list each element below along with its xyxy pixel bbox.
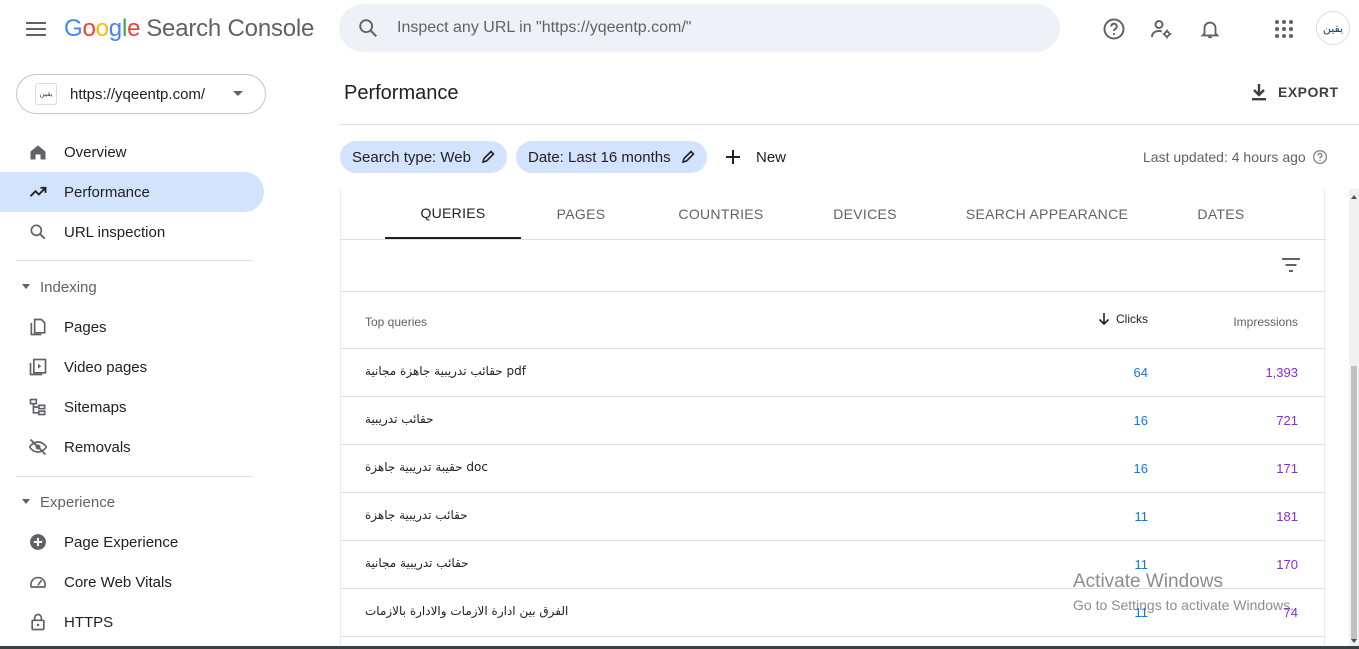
home-icon	[30, 145, 46, 160]
table-row[interactable]: حقيبة تدريبية جاهزة doc 16 171	[341, 445, 1326, 493]
header-divider	[340, 124, 1359, 125]
dimension-tabs: QUERIES PAGES COUNTRIES DEVICES SEARCH A…	[341, 189, 1326, 240]
main-scrollbar[interactable]	[1349, 189, 1359, 649]
last-updated-status: Last updated: 4 hours ago	[1143, 149, 1328, 165]
nav-item-https[interactable]: HTTPS	[0, 602, 264, 642]
date-range-chip[interactable]: Date: Last 16 months	[516, 141, 707, 173]
tab-devices[interactable]: DEVICES	[805, 189, 925, 239]
impressions-cell: 1,393	[1265, 365, 1298, 380]
nav-item-sitemaps[interactable]: Sitemaps	[0, 387, 264, 427]
nav-item-pages[interactable]: Pages	[0, 307, 264, 347]
menu-icon	[26, 22, 46, 36]
search-type-chip[interactable]: Search type: Web	[340, 141, 507, 173]
section-header-experience[interactable]: Experience	[0, 487, 264, 517]
tab-queries[interactable]: QUERIES	[385, 189, 521, 239]
query-cell: حقائب تدريبية جاهزة	[365, 508, 468, 522]
settings-user-button[interactable]	[1146, 14, 1176, 44]
impressions-cell: 181	[1276, 509, 1298, 524]
sidebar-divider	[16, 476, 252, 477]
dropdown-arrow-icon	[233, 91, 243, 96]
clicks-cell: 64	[1133, 365, 1148, 380]
section-header-indexing[interactable]: Indexing	[0, 272, 264, 302]
query-cell: الفرق بين ادارة الازمات والادارة بالازما…	[365, 604, 569, 618]
plus-icon	[726, 150, 740, 164]
nav-item-removals[interactable]: Removals	[0, 427, 264, 467]
property-selector[interactable]: يقين https://yqeentp.com/	[16, 74, 266, 114]
scroll-up-arrow-icon[interactable]	[1351, 195, 1357, 199]
lock-icon	[31, 613, 45, 631]
search-icon	[30, 224, 46, 240]
column-header-impressions[interactable]: Impressions	[1233, 315, 1298, 329]
top-app-bar: GoogleSearch Console يقين	[0, 0, 1359, 60]
filter-rows-icon[interactable]	[1280, 254, 1302, 276]
clicks-cell: 16	[1133, 461, 1148, 476]
removals-icon	[28, 438, 48, 456]
pages-icon	[30, 318, 46, 336]
sort-arrow-down-icon	[1098, 313, 1110, 326]
nav-item-core-web-vitals[interactable]: Core Web Vitals	[0, 562, 264, 602]
scroll-down-arrow-icon[interactable]	[1351, 639, 1357, 643]
new-filter-button[interactable]: New	[724, 143, 786, 171]
google-apps-button[interactable]	[1269, 14, 1299, 44]
nav-item-page-experience[interactable]: Page Experience	[0, 522, 264, 562]
property-url: https://yqeentp.com/	[70, 85, 206, 103]
table-row[interactable]: حقائب تدريبية 16 721	[341, 397, 1326, 445]
query-cell: حقيبة تدريبية جاهزة doc	[365, 460, 488, 474]
collapse-caret-icon	[22, 284, 30, 289]
main-menu-button[interactable]	[20, 13, 52, 45]
table-row[interactable]: حقائب تدريبية جاهزة 11 181	[341, 493, 1326, 541]
nav-item-overview[interactable]: Overview	[0, 132, 264, 172]
account-avatar[interactable]: يقين	[1316, 11, 1350, 45]
scrollbar-thumb[interactable]	[1351, 366, 1357, 640]
help-button[interactable]	[1099, 14, 1129, 44]
impressions-cell: 170	[1276, 557, 1298, 572]
gauge-icon	[30, 576, 46, 588]
url-inspection-search-bar[interactable]	[339, 4, 1060, 52]
clicks-cell: 16	[1133, 413, 1148, 428]
bell-icon	[1200, 21, 1220, 39]
product-name: Search Console	[146, 15, 315, 42]
tab-pages[interactable]: PAGES	[521, 189, 641, 239]
url-inspection-input[interactable]	[397, 19, 997, 37]
tab-countries[interactable]: COUNTRIES	[661, 189, 781, 239]
clicks-cell: 11	[1134, 509, 1149, 524]
table-row[interactable]: حقائب تدريبية جاهزة مجانية pdf 64 1,393	[341, 349, 1326, 397]
query-cell: حقائب تدريبية	[365, 412, 434, 426]
impressions-cell: 721	[1276, 413, 1298, 428]
trending-up-icon	[29, 186, 47, 197]
table-filter-row	[341, 240, 1326, 292]
windows-activation-watermark: Activate Windows Go to Settings to activ…	[1073, 571, 1294, 613]
sidebar-divider	[16, 260, 252, 261]
query-cell: حقائب تدريبية جاهزة مجانية pdf	[365, 364, 526, 378]
manage-accounts-icon	[1151, 20, 1172, 39]
collapse-caret-icon	[22, 499, 30, 504]
column-header-clicks[interactable]: Clicks	[1098, 312, 1148, 326]
help-icon	[1103, 18, 1125, 40]
page-experience-icon	[30, 534, 46, 550]
video-pages-icon	[29, 358, 47, 376]
clicks-cell: 11	[1134, 557, 1149, 572]
notifications-button[interactable]	[1195, 14, 1225, 44]
table-header: Top queries Clicks Impressions	[341, 292, 1326, 349]
property-logo: يقين	[35, 83, 57, 105]
help-outline-icon[interactable]	[1312, 149, 1328, 165]
apps-grid-icon	[1275, 20, 1293, 38]
edit-pencil-icon	[481, 150, 495, 164]
search-console-logo[interactable]: Google Search Console	[64, 15, 314, 43]
sitemap-icon	[29, 398, 46, 416]
column-header-top-queries[interactable]: Top queries	[365, 315, 427, 329]
edit-pencil-icon	[681, 150, 695, 164]
query-cell: حقائب تدريبية مجانية	[365, 556, 469, 570]
impressions-cell: 171	[1276, 461, 1298, 476]
tab-search-appearance[interactable]: SEARCH APPEARANCE	[957, 189, 1137, 239]
nav-item-video-pages[interactable]: Video pages	[0, 347, 264, 387]
search-icon	[359, 19, 377, 37]
nav-item-performance[interactable]: Performance	[0, 172, 264, 212]
export-button[interactable]: EXPORT	[1250, 80, 1339, 104]
tab-dates[interactable]: DATES	[1171, 189, 1271, 239]
page-title: Performance	[344, 82, 459, 104]
download-icon	[1252, 84, 1266, 101]
nav-item-url-inspection[interactable]: URL inspection	[0, 212, 264, 252]
